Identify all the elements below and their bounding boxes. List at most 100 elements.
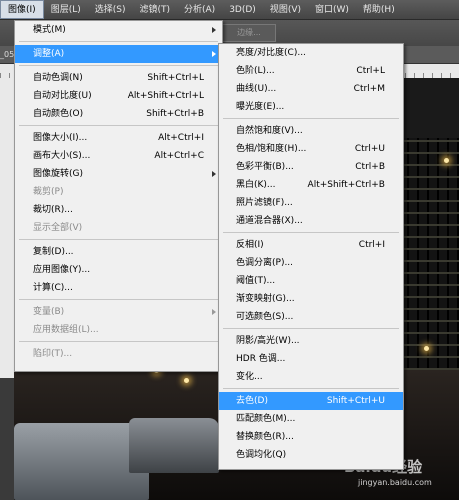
menu-item-shortcut: Alt+Shift+Ctrl+B [307,180,385,190]
menu-item[interactable]: 裁切(R)... [15,201,222,219]
menu-item-label: 阴影/高光(W)... [236,336,300,346]
menu-item-shortcut: Shift+Ctrl+U [326,396,385,406]
watermark-url: jingyan.baidu.com [358,478,432,487]
menu-item[interactable]: 自然饱和度(V)... [219,122,403,140]
menu-item[interactable]: 变化... [219,368,403,386]
menu-item[interactable]: 反相(I) Ctrl+I [219,236,403,254]
menu-item-shortcut: Alt+Ctrl+I [158,133,204,143]
menu-item-label: 复制(D)... [33,247,74,257]
menu-item-shortcut: Shift+Ctrl+B [146,109,204,119]
menu-item[interactable]: 色相/饱和度(H)... Ctrl+U [219,140,403,158]
menu-item-shortcut: Shift+Ctrl+L [147,73,204,83]
menu-item[interactable]: 色阶(L)... Ctrl+L [219,62,403,80]
menubar-item[interactable]: 窗口(W) [308,0,356,19]
menu-item[interactable]: 自动色调(N) Shift+Ctrl+L [15,69,222,87]
menu-item-shortcut: Ctrl+M [353,84,385,94]
menu-item[interactable]: 自动颜色(O) Shift+Ctrl+B [15,105,222,123]
menu-item-label: 可选颜色(S)... [236,312,294,322]
menubar-item[interactable]: 视图(V) [263,0,308,19]
menu-item[interactable]: 调整(A) [15,45,222,63]
menu-item: 显示全部(V) [15,219,222,237]
menu-item[interactable]: 色彩平衡(B)... Ctrl+B [219,158,403,176]
menu-item-label: 亮度/对比度(C)... [236,48,306,58]
menu-item: 变量(B) [15,303,222,321]
menu-item[interactable]: 替换颜色(R)... [219,428,403,446]
menu-item-label: 色调分离(P)... [236,258,294,268]
menu-item-label: 图像旋转(G) [33,169,83,179]
menu-item-shortcut: Ctrl+B [355,162,385,172]
menu-item-shortcut: Ctrl+I [358,240,385,250]
menu-item[interactable]: 去色(D) Shift+Ctrl+U [219,392,403,410]
menu-item[interactable]: 模式(M) [15,21,222,39]
menu-item: 裁剪(P) [15,183,222,201]
menu-item[interactable]: 曝光度(E)... [219,98,403,116]
menu-item[interactable]: 自动对比度(U) Alt+Shift+Ctrl+L [15,87,222,105]
menubar-item[interactable]: 分析(A) [177,0,222,19]
menu-item-label: 色阶(L)... [236,66,275,76]
menu-item-label: 色调均化(Q) [236,450,287,460]
image-menu: 模式(M) 调整(A) 自动色调(N) Shift+Ctrl+L 自动对比度(U) Alt… [14,20,223,372]
car-graphic [129,418,219,473]
menu-item-label: 阈值(T)... [236,276,276,286]
menu-bar: 图像(I) 图层(L) 选择(S) 滤镜(T) 分析(A) 3D(D) 视图(V) 窗口(W)… [0,0,459,20]
menu-item-label: 画布大小(S)... [33,151,91,161]
vertical-ruler [0,78,14,378]
menu-item-label: HDR 色调... [236,354,286,364]
menu-item[interactable]: 应用图像(Y)... [15,261,222,279]
menu-item-label: 图像大小(I)... [33,133,88,143]
menu-item-label: 渐变映射(G)... [236,294,295,304]
menu-item[interactable]: 画布大小(S)... Alt+Ctrl+C [15,147,222,165]
menu-item[interactable]: 通道混合器(X)... [219,212,403,230]
menu-item-label: 自然饱和度(V)... [236,126,303,136]
street-light-graphic [184,378,189,383]
menubar-item[interactable]: 选择(S) [88,0,133,19]
menu-item[interactable]: 曲线(U)... Ctrl+M [219,80,403,98]
menu-item-label: 应用图像(Y)... [33,265,91,275]
menu-item-label: 裁切(R)... [33,205,73,215]
menu-item[interactable]: 计算(C)... [15,279,222,297]
menubar-item[interactable]: 图像(I) [0,0,44,19]
menu-item-shortcut: Alt+Shift+Ctrl+L [127,91,204,101]
menu-item-label: 色相/饱和度(H)... [236,144,307,154]
menubar-item[interactable]: 滤镜(T) [132,0,177,19]
menu-item: 陷印(T)... [15,345,222,363]
menu-item[interactable]: 照片滤镜(F)... [219,194,403,212]
menu-item-label: 曝光度(E)... [236,102,285,112]
menu-item[interactable]: 色调均化(Q) [219,446,403,464]
menu-item[interactable]: 匹配颜色(M)... [219,410,403,428]
menu-item-label: 调整(A) [33,49,65,59]
menu-item-shortcut: Alt+Ctrl+C [154,151,204,161]
refine-edge-button[interactable]: 边缘... [222,24,276,42]
menu-item[interactable]: HDR 色调... [219,350,403,368]
submenu-arrow-icon [212,51,216,57]
menu-item[interactable]: 阈值(T)... [219,272,403,290]
menu-item-label: 模式(M) [33,25,66,35]
menubar-item[interactable]: 3D(D) [222,0,263,19]
menu-item[interactable]: 可选颜色(S)... [219,308,403,326]
menu-item[interactable]: 渐变映射(G)... [219,290,403,308]
menubar-item[interactable]: 帮助(H) [356,0,402,19]
menu-item[interactable]: 黑白(K)... Alt+Shift+Ctrl+B [219,176,403,194]
menu-item-shortcut: Ctrl+L [356,66,385,76]
menu-item-label: 变化... [236,372,263,382]
adjustments-submenu: 亮度/对比度(C)... 色阶(L)... Ctrl+L 曲线(U)... Ctrl+M… [218,43,404,470]
menu-item-label: 自动对比度(U) [33,91,92,101]
menu-item[interactable]: 亮度/对比度(C)... [219,44,403,62]
menu-item[interactable]: 图像大小(I)... Alt+Ctrl+I [15,129,222,147]
menu-item[interactable]: 色调分离(P)... [219,254,403,272]
document-tab-label[interactable]: _05 [0,50,14,59]
menu-item[interactable]: 复制(D)... [15,243,222,261]
menu-item-label: 照片滤镜(F)... [236,198,293,208]
menu-item-label: 自动颜色(O) [33,109,84,119]
submenu-arrow-icon [212,171,216,177]
menu-item-label: 显示全部(V) [33,223,83,233]
menu-item[interactable]: 阴影/高光(W)... [219,332,403,350]
menu-item-label: 自动色调(N) [33,73,83,83]
menubar-item[interactable]: 图层(L) [44,0,88,19]
menu-item-label: 反相(I) [236,240,264,250]
menu-item-label: 计算(C)... [33,283,73,293]
menu-item[interactable]: 图像旋转(G) [15,165,222,183]
menu-item: 应用数据组(L)... [15,321,222,339]
menu-item-label: 色彩平衡(B)... [236,162,294,172]
street-light-graphic [424,346,429,351]
